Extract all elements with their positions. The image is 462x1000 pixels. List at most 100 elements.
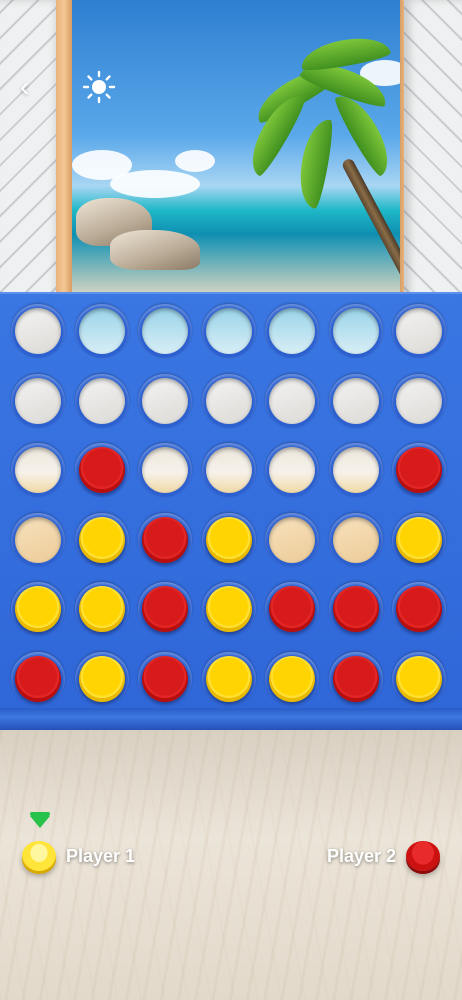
board-slot[interactable] xyxy=(201,373,256,428)
empty-slot xyxy=(142,377,188,424)
empty-slot xyxy=(15,516,61,563)
board-slot[interactable] xyxy=(74,304,129,358)
empty-slot xyxy=(396,308,442,354)
empty-slot xyxy=(332,516,379,563)
empty-slot xyxy=(269,447,315,493)
board-slot[interactable] xyxy=(11,582,65,636)
board-slot[interactable] xyxy=(328,651,383,706)
yellow-chip xyxy=(15,586,61,632)
board-slot[interactable] xyxy=(328,304,383,358)
player-1-indicator: Player 1 xyxy=(22,838,135,874)
yellow-chip xyxy=(205,586,252,632)
board-slot[interactable] xyxy=(11,512,65,567)
board-slot[interactable] xyxy=(328,443,383,497)
board-slot[interactable] xyxy=(201,304,256,358)
board-slot[interactable] xyxy=(201,512,256,567)
board-slot[interactable] xyxy=(392,651,446,706)
turn-indicator-arrow xyxy=(30,812,50,828)
yellow-chip xyxy=(78,586,125,632)
board-slot[interactable] xyxy=(392,373,446,428)
board-slot[interactable] xyxy=(265,512,319,567)
board-slot[interactable] xyxy=(11,304,65,358)
board-slot[interactable] xyxy=(74,512,129,567)
board-slot[interactable] xyxy=(11,651,65,706)
red-chip xyxy=(396,586,442,632)
empty-slot xyxy=(78,308,125,354)
board-slot[interactable] xyxy=(392,582,446,636)
board-slot[interactable] xyxy=(11,443,65,497)
sun-settings-button[interactable] xyxy=(82,70,116,104)
beach-scene-background xyxy=(0,0,462,300)
empty-slot xyxy=(142,447,188,493)
empty-slot xyxy=(15,308,61,354)
yellow-chip xyxy=(205,516,252,563)
palm-leaf xyxy=(294,116,336,210)
empty-slot xyxy=(396,377,442,424)
yellow-chip xyxy=(396,516,442,563)
player-2-chip xyxy=(406,841,440,871)
board-slot[interactable] xyxy=(201,443,256,497)
board-slot[interactable] xyxy=(265,373,319,428)
game-board[interactable] xyxy=(0,292,462,726)
empty-slot xyxy=(205,447,252,493)
rock xyxy=(110,230,200,270)
empty-slot xyxy=(15,377,61,424)
red-chip xyxy=(142,586,188,632)
decorative-wall-left xyxy=(0,0,62,300)
red-chip xyxy=(78,447,125,493)
yellow-chip xyxy=(78,655,125,702)
red-chip xyxy=(332,586,379,632)
board-slot[interactable] xyxy=(11,373,65,428)
board-slot[interactable] xyxy=(138,582,192,636)
empty-slot xyxy=(269,308,315,354)
board-slot[interactable] xyxy=(392,443,446,497)
empty-slot xyxy=(205,377,252,424)
board-slot[interactable] xyxy=(74,651,129,706)
empty-slot xyxy=(269,377,315,424)
board-slot[interactable] xyxy=(328,373,383,428)
board-slot[interactable] xyxy=(392,304,446,358)
window-frame-left xyxy=(56,0,72,300)
red-chip xyxy=(332,655,379,702)
empty-slot xyxy=(332,377,379,424)
back-button[interactable]: ‹ xyxy=(20,71,46,102)
decorative-wall-right xyxy=(404,0,462,300)
player-1-label: Player 1 xyxy=(66,845,136,866)
empty-slot xyxy=(78,377,125,424)
board-slot[interactable] xyxy=(74,443,129,497)
cloud xyxy=(110,170,200,198)
empty-slot xyxy=(332,308,379,354)
board-slot[interactable] xyxy=(265,651,319,706)
board-slot[interactable] xyxy=(138,304,192,358)
red-chip xyxy=(142,516,188,563)
red-chip xyxy=(396,447,442,493)
red-chip xyxy=(15,655,61,702)
player-2-label: Player 2 xyxy=(326,845,396,866)
board-slot[interactable] xyxy=(392,512,446,567)
red-chip xyxy=(269,586,315,632)
board-slot[interactable] xyxy=(265,304,319,358)
yellow-chip xyxy=(205,655,252,702)
cloud xyxy=(175,150,215,172)
board-slot[interactable] xyxy=(265,582,319,636)
empty-slot xyxy=(142,308,188,354)
empty-slot xyxy=(269,516,315,563)
board-slot[interactable] xyxy=(201,582,256,636)
yellow-chip xyxy=(269,655,315,702)
board-slot[interactable] xyxy=(201,651,256,706)
empty-slot xyxy=(332,447,379,493)
player-2-indicator: Player 2 xyxy=(327,838,440,874)
chevron-left-icon: ‹ xyxy=(20,71,30,102)
board-slot[interactable] xyxy=(138,443,192,497)
board-slot[interactable] xyxy=(328,582,383,636)
player-1-chip xyxy=(22,841,56,871)
board-slot[interactable] xyxy=(74,582,129,636)
board-slot[interactable] xyxy=(265,443,319,497)
red-chip xyxy=(142,655,188,702)
board-slot[interactable] xyxy=(74,373,129,428)
board-slot[interactable] xyxy=(328,512,383,567)
board-slot[interactable] xyxy=(138,373,192,428)
yellow-chip xyxy=(396,655,442,702)
board-slot[interactable] xyxy=(138,512,192,567)
board-slot[interactable] xyxy=(138,651,192,706)
